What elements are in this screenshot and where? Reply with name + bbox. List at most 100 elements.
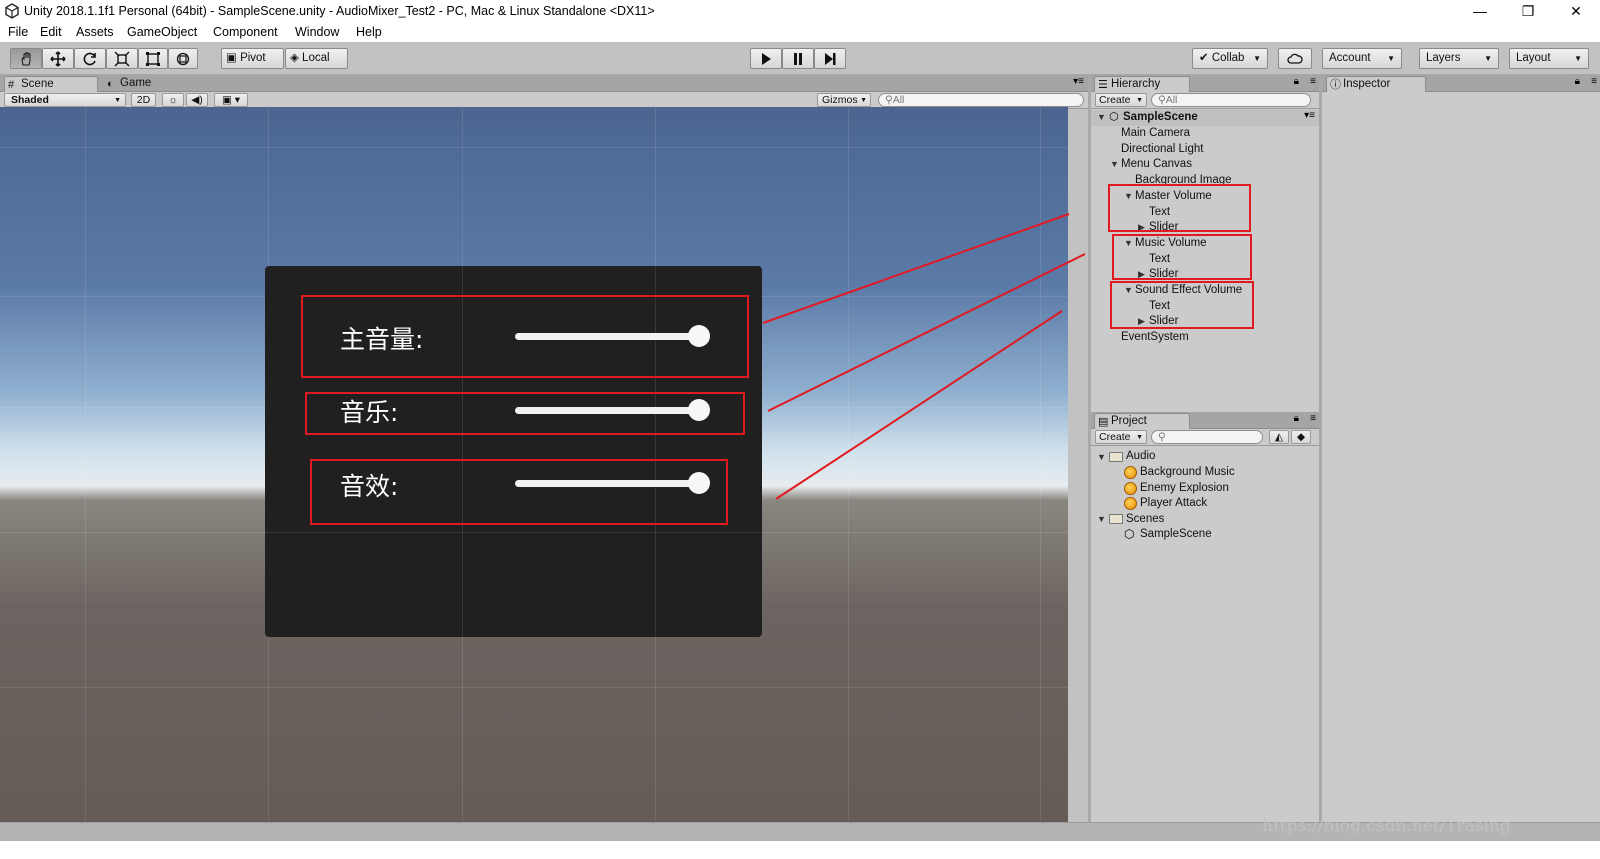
rect-tool-button[interactable] (138, 48, 168, 69)
restore-button[interactable]: ❐ (1508, 2, 1548, 22)
expand-arrow-icon[interactable]: ▼ (1097, 514, 1106, 524)
lock-icon[interactable]: 🔒︎ (1294, 76, 1299, 87)
expand-arrow-icon[interactable]: ▼ (1097, 452, 1106, 462)
inspector-tab-bar: ⓘ Inspector 🔒︎ ≡ (1322, 75, 1600, 92)
lighting-toggle[interactable]: ☼ (162, 93, 184, 107)
lock-icon[interactable]: 🔒︎ (1294, 413, 1299, 424)
scale-icon (114, 51, 130, 67)
minimize-button[interactable]: — (1460, 2, 1500, 22)
menu-window[interactable]: Window (295, 25, 339, 39)
account-dropdown[interactable]: Account ▼ (1322, 48, 1402, 69)
filter-by-label-button[interactable]: ◆ (1291, 430, 1311, 444)
rotate-tool-button[interactable] (74, 48, 106, 69)
folder-tab-icon: ▤ (1098, 416, 1109, 428)
tag-icon: ◆ (1296, 431, 1306, 443)
tab-inspector[interactable]: ⓘ Inspector (1326, 76, 1426, 92)
panel-menu-icon[interactable]: ≡ (1310, 76, 1316, 87)
play-button[interactable] (750, 48, 782, 69)
cloud-button[interactable] (1278, 48, 1312, 69)
cloud-icon (1287, 53, 1303, 64)
effects-dropdown[interactable]: ▣ ▾ (214, 93, 248, 107)
shapes-icon: ◭ (1274, 431, 1284, 443)
project-create-dropdown[interactable]: Create ▼ (1095, 430, 1147, 444)
menu-edit[interactable]: Edit (40, 25, 62, 39)
menu-gameobject[interactable]: GameObject (127, 25, 197, 39)
scene-viewport[interactable]: 主音量: 音乐: 音效: (0, 107, 1068, 822)
watermark: https://blog.csdn.net/Trasing (1262, 816, 1511, 836)
project-item[interactable]: Audio (1126, 449, 1155, 464)
list-icon: ☰ (1098, 79, 1108, 91)
menu-assets[interactable]: Assets (76, 25, 114, 39)
scale-tool-button[interactable] (106, 48, 138, 69)
collab-dropdown[interactable]: ✔ Collab ▼ (1192, 48, 1268, 69)
menu-file[interactable]: File (8, 25, 28, 39)
layers-dropdown[interactable]: Layers ▼ (1419, 48, 1499, 69)
project-item[interactable]: Player Attack (1140, 496, 1207, 511)
project-search-input[interactable]: ⚲ (1151, 430, 1263, 444)
transform-tool-button[interactable] (168, 48, 198, 69)
inspector-body (1322, 92, 1600, 822)
menu-help[interactable]: Help (356, 25, 382, 39)
menu-component[interactable]: Component (213, 25, 278, 39)
project-item[interactable]: Enemy Explosion (1140, 481, 1229, 496)
project-item[interactable]: SampleScene (1140, 527, 1212, 542)
unity-scene-icon: ⬡ (1109, 111, 1119, 123)
tab-hierarchy[interactable]: ☰ Hierarchy (1094, 76, 1190, 92)
grid-line (85, 107, 86, 822)
layout-dropdown[interactable]: Layout ▼ (1509, 48, 1589, 69)
hierarchy-create-dropdown[interactable]: Create ▼ (1095, 93, 1147, 107)
play-icon (762, 53, 771, 65)
annotation-box-music (305, 392, 745, 435)
tab-scene-label: Scene (21, 78, 54, 90)
annotation-box-hierarchy-sfx (1110, 281, 1254, 329)
project-item[interactable]: Scenes (1126, 512, 1164, 527)
annotation-box-hierarchy-master (1108, 184, 1251, 232)
grid-line (1040, 107, 1041, 822)
local-toggle[interactable]: ◈ Local (285, 48, 348, 69)
hand-tool-button[interactable] (10, 48, 42, 69)
project-tree: ▼ Audio Background Music Enemy Explosion… (1091, 446, 1319, 822)
folder-icon (1109, 514, 1123, 524)
title-bar: Unity 2018.1.1f1 Personal (64bit) - Samp… (0, 0, 1600, 23)
panel-menu-icon[interactable]: ≡ (1310, 413, 1316, 424)
pause-button[interactable] (782, 48, 814, 69)
search-icon: ⚲ (885, 94, 893, 106)
filter-by-type-button[interactable]: ◭ (1269, 430, 1289, 444)
scene-name[interactable]: SampleScene (1123, 110, 1198, 125)
hierarchy-search-input[interactable]: ⚲All (1151, 93, 1311, 107)
panel-menu-icon[interactable]: ▾≡ (1304, 110, 1315, 121)
scene-search-placeholder: All (892, 94, 905, 106)
panel-menu-icon[interactable]: ▾≡ (1073, 76, 1084, 87)
hierarchy-item[interactable]: Menu Canvas (1121, 157, 1192, 172)
project-tab-bar: ▤ Project 🔒︎ ≡ (1091, 412, 1319, 429)
expand-arrow-icon[interactable]: ▼ (1110, 159, 1119, 169)
hierarchy-item[interactable]: Main Camera (1121, 126, 1190, 141)
audio-toggle[interactable]: ◀) (186, 93, 208, 107)
expand-arrow-icon[interactable]: ▼ (1097, 112, 1106, 122)
hierarchy-item[interactable]: EventSystem (1121, 330, 1189, 345)
tab-game-label: Game (120, 77, 152, 89)
close-button[interactable]: ✕ (1556, 2, 1596, 22)
move-tool-button[interactable] (42, 48, 74, 69)
tab-game[interactable]: ◐ Game (104, 76, 184, 92)
main-toolbar: ▣ Pivot ◈ Local ✔ Collab ▼ Account ▼ Layer… (0, 42, 1600, 75)
panel-menu-icon[interactable]: ≡ (1591, 76, 1597, 87)
scene-search-input[interactable]: ⚲All (878, 93, 1084, 107)
layout-label: Layout (1516, 52, 1551, 64)
grid-line (848, 107, 849, 822)
gizmos-dropdown[interactable]: Gizmos ▼ (817, 93, 871, 107)
pivot-icon: ▣ (226, 52, 241, 64)
project-item[interactable]: Background Music (1140, 465, 1235, 480)
pivot-toggle[interactable]: ▣ Pivot (221, 48, 284, 69)
tab-scene[interactable]: # Scene (4, 76, 98, 92)
step-button[interactable] (814, 48, 846, 69)
hierarchy-item[interactable]: Directional Light (1121, 142, 1203, 157)
project-control-bar: Create ▼ ⚲ ◭ ◆ (1091, 429, 1319, 446)
toggle-2d-button[interactable]: 2D (131, 93, 156, 107)
scene-tab-bar: # Scene ◐ Game ▾≡ (0, 75, 1088, 92)
tab-project[interactable]: ▤ Project (1094, 413, 1190, 429)
search-icon: ⚲ (1158, 94, 1166, 106)
lock-icon[interactable]: 🔒︎ (1575, 76, 1580, 87)
shading-mode-dropdown[interactable]: Shaded ▼ (4, 93, 126, 107)
dropdown-arrow-icon: ▼ (1136, 97, 1143, 104)
